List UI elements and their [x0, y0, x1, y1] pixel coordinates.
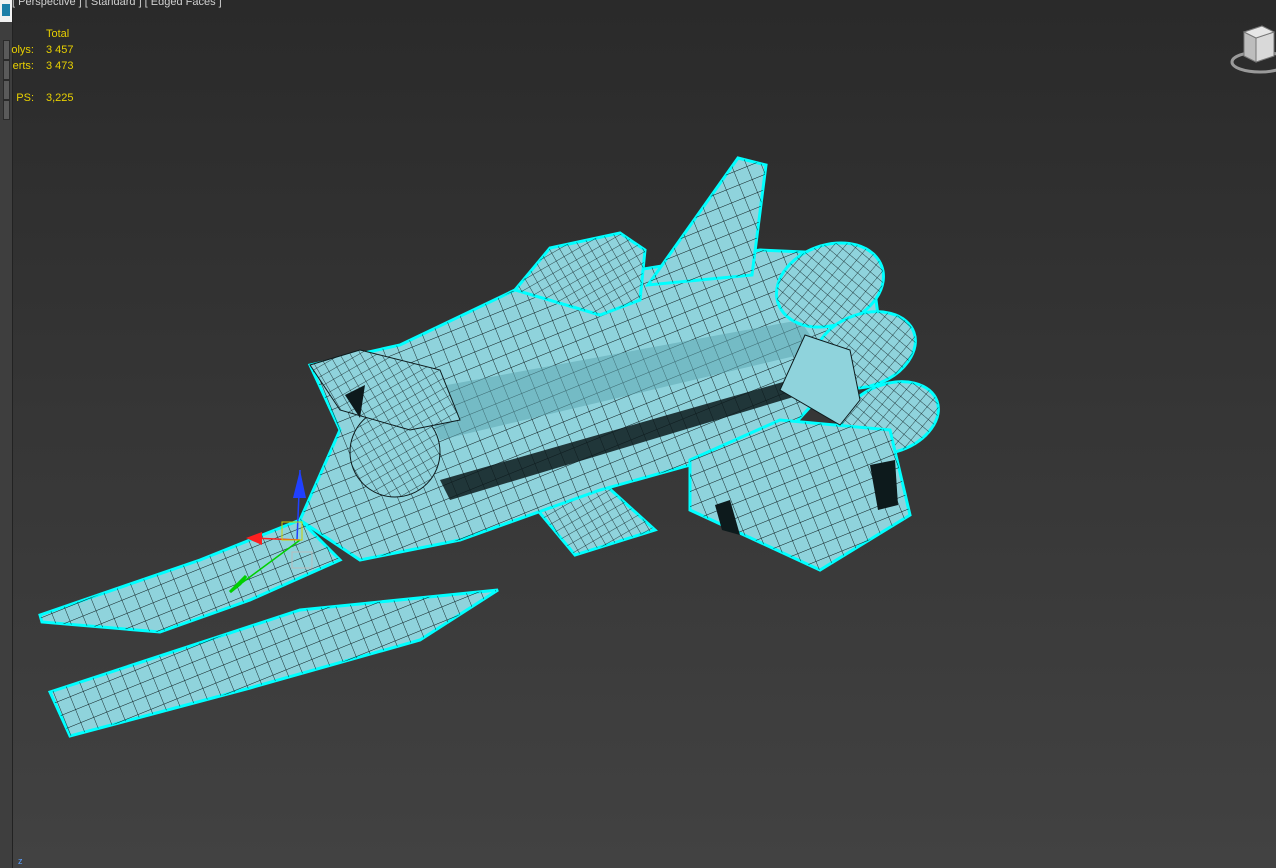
viewport-canvas[interactable] [0, 0, 1276, 868]
spaceship-mesh[interactable] [38, 156, 949, 738]
world-axis-z-label: z [18, 856, 23, 866]
gizmo-z-arrow[interactable] [293, 470, 306, 498]
tail-fin[interactable] [644, 156, 768, 287]
